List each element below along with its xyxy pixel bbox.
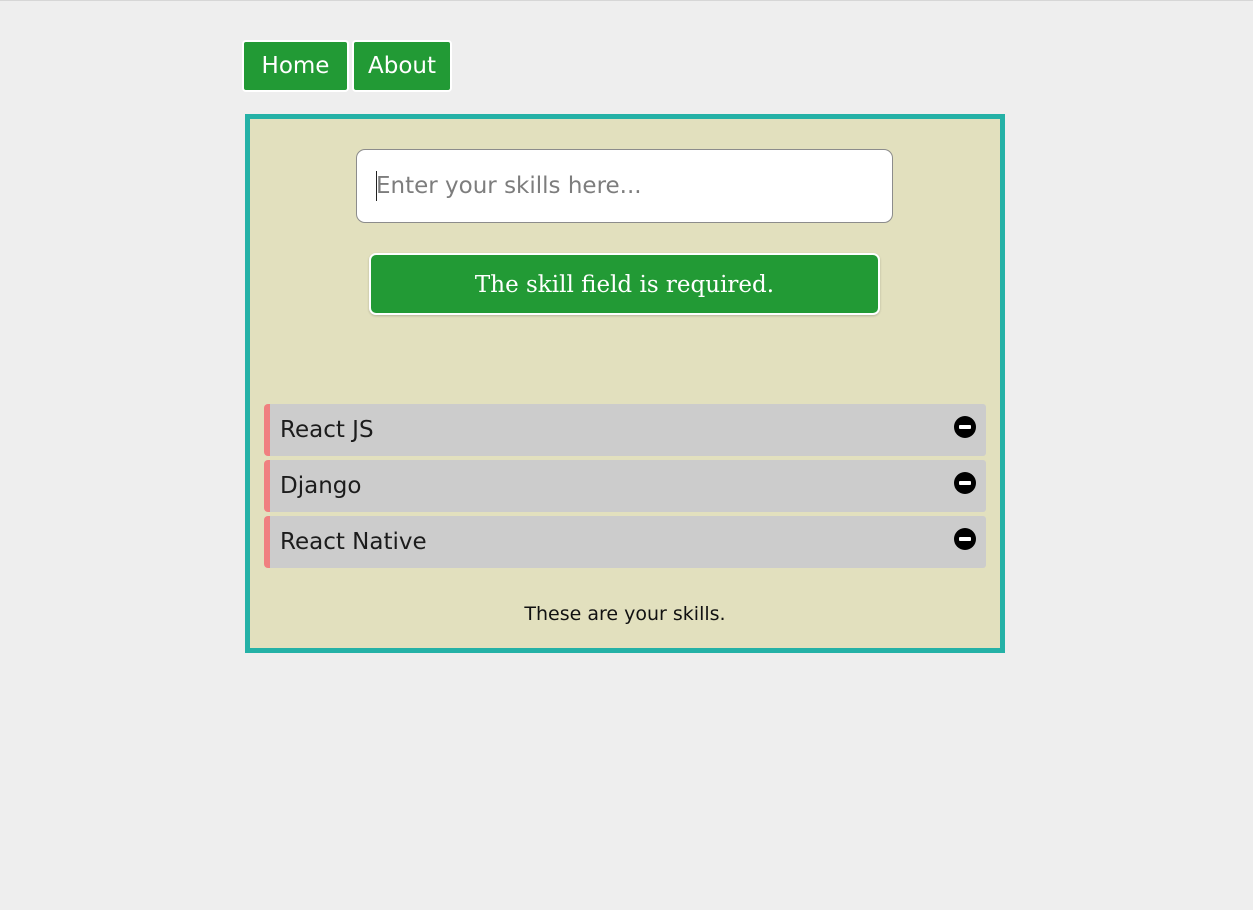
- skills-panel: The skill field is required. React JS Dj…: [245, 114, 1005, 653]
- minus-circle-icon[interactable]: [954, 528, 976, 550]
- minus-circle-icon[interactable]: [954, 472, 976, 494]
- skill-label: React Native: [280, 529, 427, 555]
- about-nav-button[interactable]: About: [352, 40, 452, 92]
- skill-label: Django: [280, 473, 362, 499]
- home-nav-button[interactable]: Home: [242, 40, 349, 92]
- skill-item: Django: [264, 460, 986, 512]
- skill-item: React Native: [264, 516, 986, 568]
- skill-input[interactable]: [356, 149, 893, 223]
- validation-message-button[interactable]: The skill field is required.: [369, 253, 880, 315]
- text-caret: [376, 171, 377, 201]
- minus-circle-icon[interactable]: [954, 416, 976, 438]
- skills-footer-text: These are your skills.: [524, 603, 726, 625]
- skill-item: React JS: [264, 404, 986, 456]
- skills-list: React JS Django React Native: [264, 404, 986, 572]
- main-nav: Home About: [242, 40, 452, 92]
- skill-label: React JS: [280, 417, 374, 443]
